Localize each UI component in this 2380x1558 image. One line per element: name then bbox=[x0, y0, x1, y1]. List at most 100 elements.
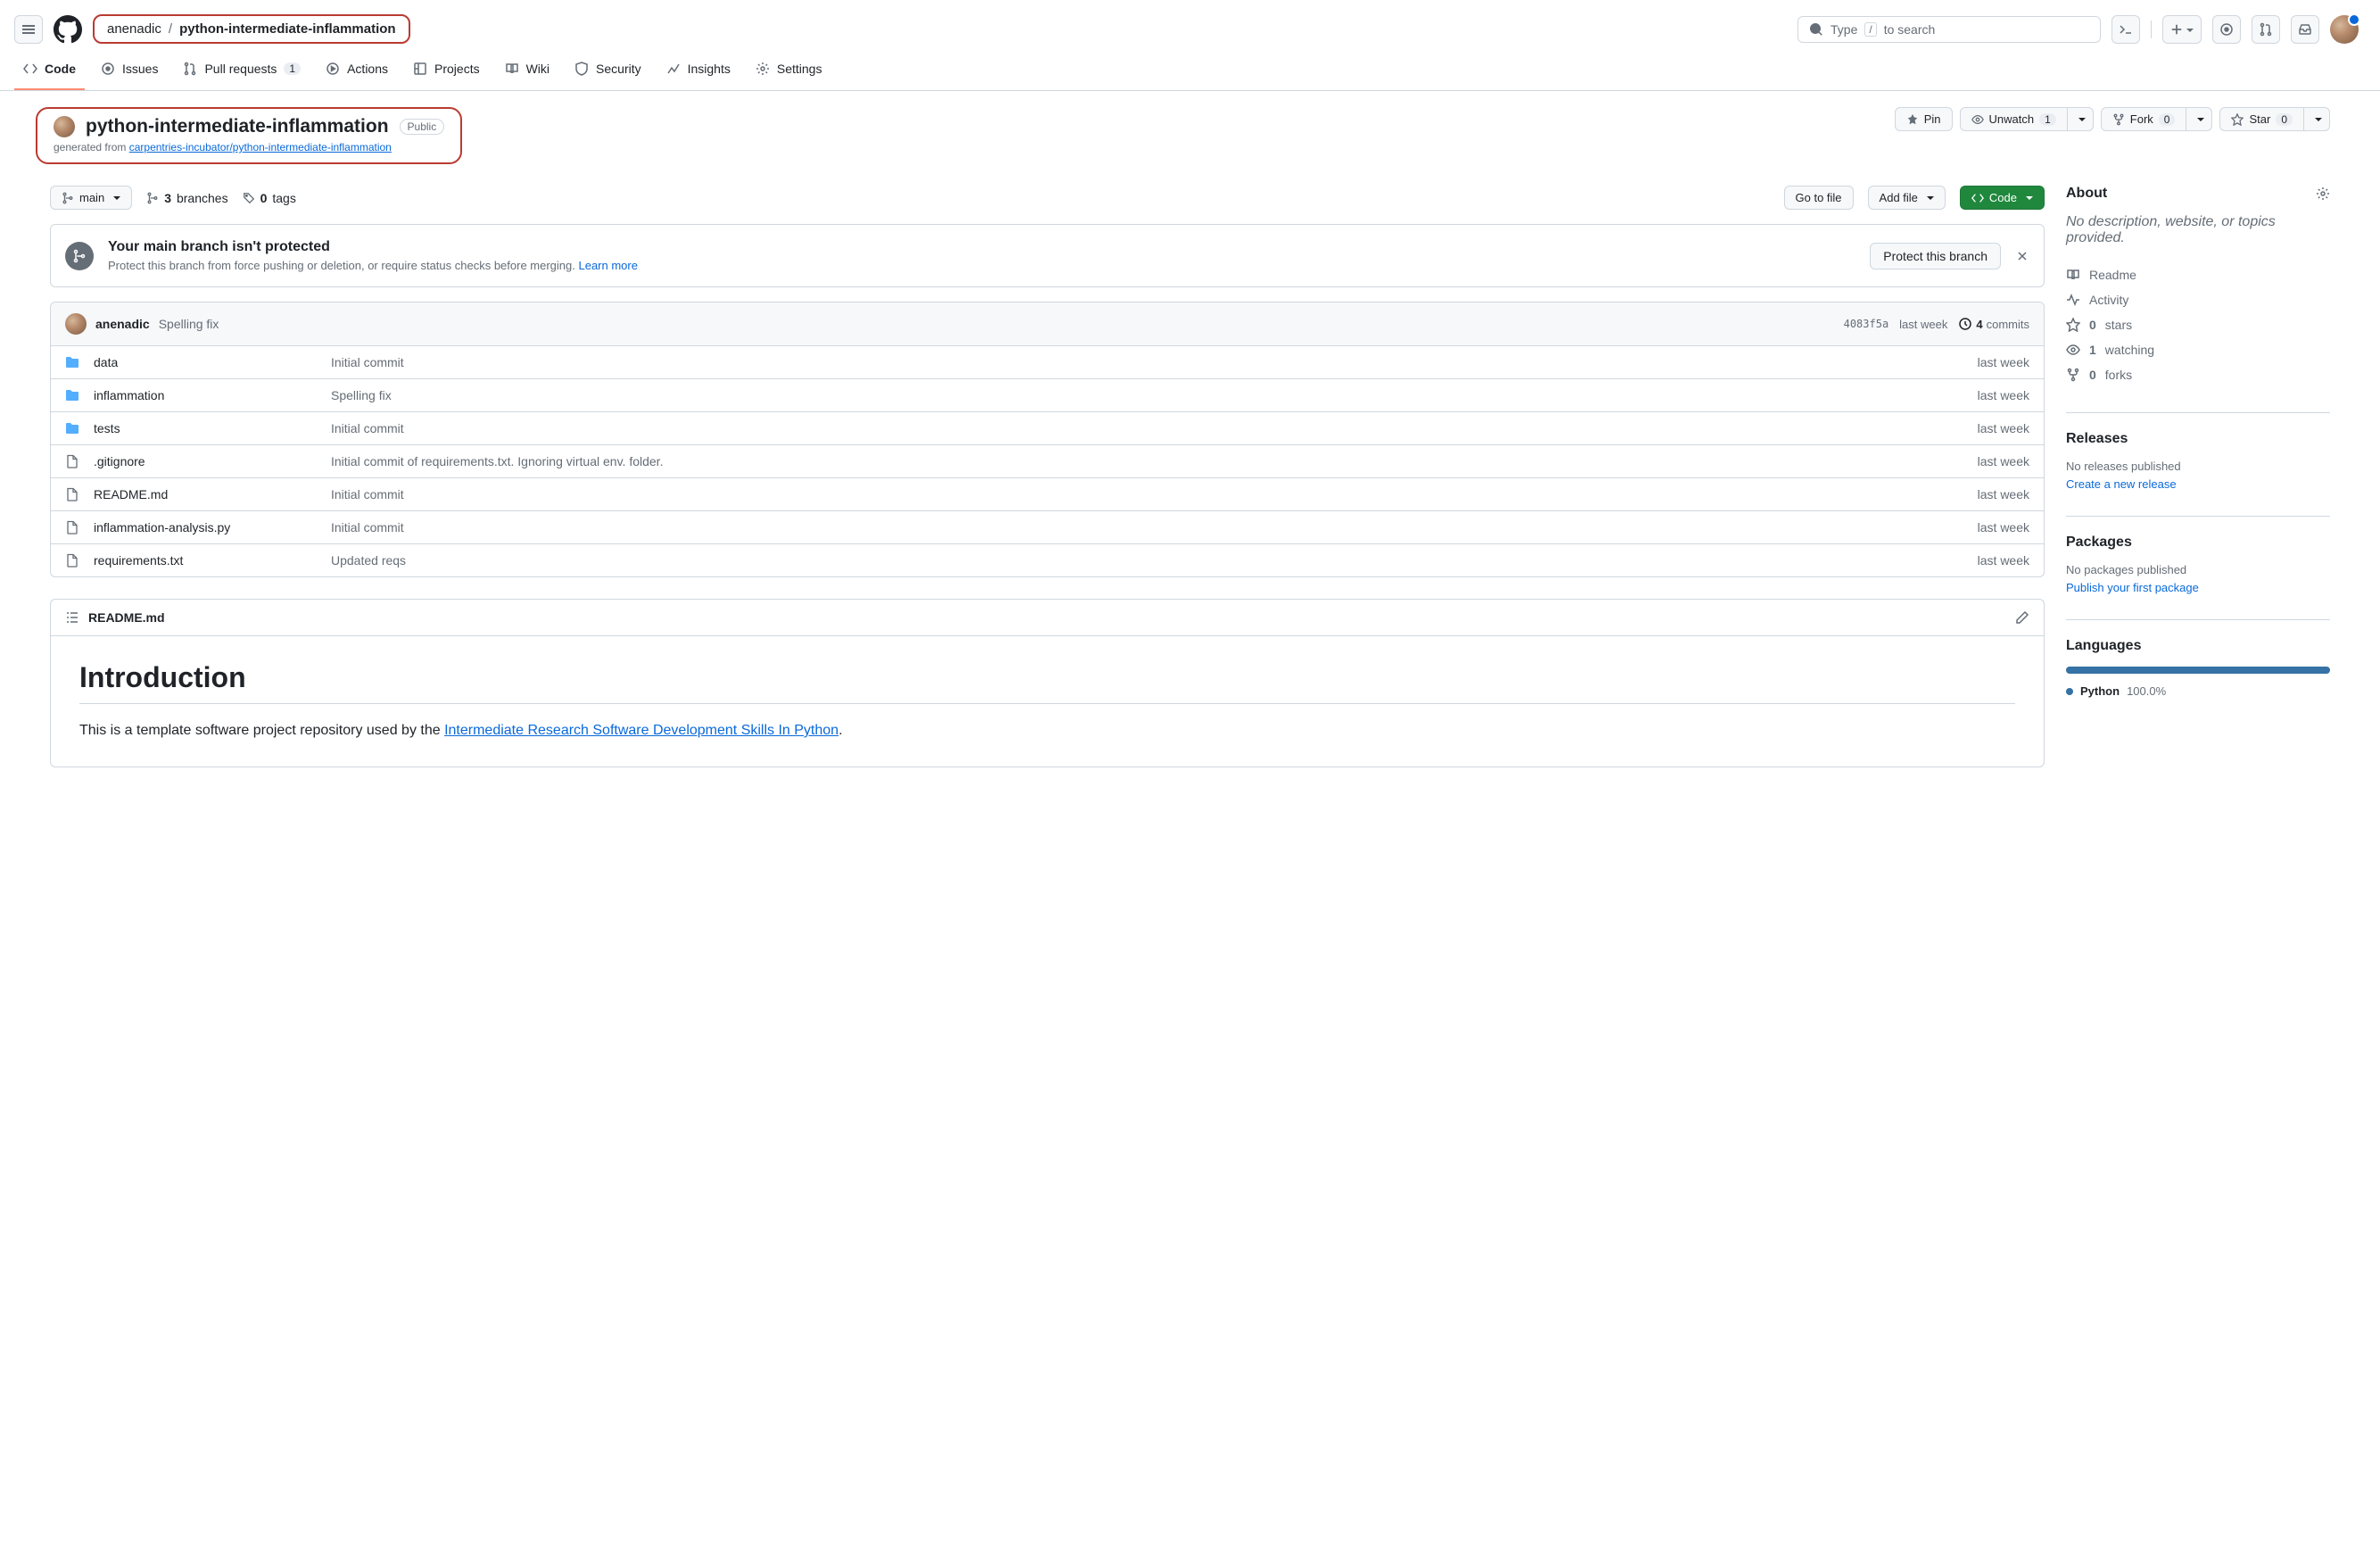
file-commit-time: last week bbox=[1978, 454, 2029, 468]
folder-icon bbox=[65, 388, 79, 402]
branches-link[interactable]: 3 branches bbox=[146, 191, 227, 205]
pull-request-icon bbox=[183, 62, 197, 76]
readme-filename[interactable]: README.md bbox=[88, 610, 165, 625]
play-icon bbox=[326, 62, 340, 76]
file-name-link[interactable]: tests bbox=[94, 421, 120, 435]
branch-select[interactable]: main bbox=[50, 186, 132, 210]
code-icon bbox=[1971, 192, 1984, 204]
visibility-badge: Public bbox=[400, 119, 445, 135]
gear-icon bbox=[756, 62, 770, 76]
watching-sidebar-link[interactable]: 1 watching bbox=[2066, 337, 2330, 362]
file-commit-time: last week bbox=[1978, 355, 2029, 369]
template-link[interactable]: carpentries-incubator/python-intermediat… bbox=[129, 141, 392, 153]
file-row: tests Initial commit last week bbox=[51, 412, 2044, 445]
star-dropdown[interactable] bbox=[2304, 107, 2330, 131]
commits-link[interactable]: 4 commits bbox=[1958, 317, 2029, 331]
issues-button[interactable] bbox=[2212, 15, 2241, 44]
create-release-link[interactable]: Create a new release bbox=[2066, 477, 2177, 491]
commit-sha[interactable]: 4083f5a bbox=[1844, 318, 1889, 330]
goto-file-button[interactable]: Go to file bbox=[1784, 186, 1854, 210]
commit-author-avatar[interactable] bbox=[65, 313, 87, 335]
star-icon bbox=[2066, 318, 2080, 332]
file-commit-msg[interactable]: Updated reqs bbox=[331, 553, 1963, 568]
code-button[interactable]: Code bbox=[1960, 186, 2045, 210]
inbox-button[interactable] bbox=[2291, 15, 2319, 44]
command-palette-button[interactable] bbox=[2111, 15, 2140, 44]
file-name-link[interactable]: requirements.txt bbox=[94, 553, 183, 568]
owner-avatar[interactable] bbox=[54, 116, 75, 137]
file-name-link[interactable]: inflammation-analysis.py bbox=[94, 520, 230, 535]
language-item[interactable]: Python 100.0% bbox=[2066, 684, 2330, 698]
issue-icon bbox=[101, 62, 115, 76]
close-icon bbox=[2015, 249, 2029, 263]
tab-insights[interactable]: Insights bbox=[657, 54, 740, 90]
file-commit-msg[interactable]: Initial commit of requirements.txt. Igno… bbox=[331, 454, 1963, 468]
tab-projects[interactable]: Projects bbox=[404, 54, 489, 90]
unwatch-dropdown[interactable] bbox=[2068, 107, 2094, 131]
language-bar bbox=[2066, 667, 2330, 674]
repo-name[interactable]: python-intermediate-inflammation bbox=[86, 116, 389, 137]
add-dropdown-button[interactable] bbox=[2162, 15, 2202, 44]
file-commit-msg[interactable]: Initial commit bbox=[331, 520, 1963, 535]
file-commit-msg[interactable]: Initial commit bbox=[331, 421, 1963, 435]
issue-icon bbox=[2219, 22, 2234, 37]
pulls-button[interactable] bbox=[2252, 15, 2280, 44]
inbox-icon bbox=[2298, 22, 2312, 37]
repo-title-block: python-intermediate-inflammation Public … bbox=[36, 107, 462, 164]
protect-branch-button[interactable]: Protect this branch bbox=[1870, 243, 2001, 269]
tab-issues[interactable]: Issues bbox=[92, 54, 167, 90]
tags-link[interactable]: 0 tags bbox=[243, 191, 296, 205]
github-logo[interactable] bbox=[54, 15, 82, 44]
tab-code[interactable]: Code bbox=[14, 54, 85, 90]
user-avatar[interactable] bbox=[2330, 15, 2359, 44]
project-icon bbox=[413, 62, 427, 76]
pulse-icon bbox=[2066, 293, 2080, 307]
search-input[interactable]: Type / to search bbox=[1797, 16, 2101, 43]
tab-security[interactable]: Security bbox=[566, 54, 650, 90]
about-settings-button[interactable] bbox=[2316, 186, 2330, 201]
stars-sidebar-link[interactable]: 0 stars bbox=[2066, 312, 2330, 337]
add-file-button[interactable]: Add file bbox=[1868, 186, 1946, 210]
fork-dropdown[interactable] bbox=[2186, 107, 2212, 131]
tab-actions[interactable]: Actions bbox=[317, 54, 397, 90]
file-name-link[interactable]: inflammation bbox=[94, 388, 164, 402]
file-row: README.md Initial commit last week bbox=[51, 478, 2044, 511]
pin-icon bbox=[1906, 113, 1919, 126]
file-list: anenadic Spelling fix 4083f5a last week … bbox=[50, 302, 2045, 577]
breadcrumb-repo[interactable]: python-intermediate-inflammation bbox=[179, 21, 396, 37]
tab-settings[interactable]: Settings bbox=[747, 54, 831, 90]
file-name-link[interactable]: .gitignore bbox=[94, 454, 145, 468]
forks-sidebar-link[interactable]: 0 forks bbox=[2066, 362, 2330, 387]
file-row: .gitignore Initial commit of requirement… bbox=[51, 445, 2044, 478]
file-commit-time: last week bbox=[1978, 421, 2029, 435]
publish-package-link[interactable]: Publish your first package bbox=[2066, 581, 2199, 594]
tab-pulls[interactable]: Pull requests 1 bbox=[174, 54, 310, 90]
file-commit-time: last week bbox=[1978, 388, 2029, 402]
file-icon bbox=[65, 454, 79, 468]
pin-button[interactable]: Pin bbox=[1895, 107, 1953, 131]
breadcrumb-sep: / bbox=[169, 21, 172, 37]
file-commit-time: last week bbox=[1978, 520, 2029, 535]
readme-link[interactable]: Intermediate Research Software Developme… bbox=[444, 723, 839, 738]
star-button[interactable]: Star 0 bbox=[2219, 107, 2304, 131]
edit-readme-button[interactable] bbox=[2015, 610, 2029, 625]
file-name-link[interactable]: data bbox=[94, 355, 118, 369]
hamburger-button[interactable] bbox=[14, 15, 43, 44]
fork-button[interactable]: Fork 0 bbox=[2101, 107, 2187, 131]
activity-sidebar-link[interactable]: Activity bbox=[2066, 287, 2330, 312]
unwatch-button[interactable]: Unwatch 1 bbox=[1960, 107, 2068, 131]
breadcrumb-owner[interactable]: anenadic bbox=[107, 21, 161, 37]
eye-icon bbox=[1971, 113, 1984, 126]
file-commit-msg[interactable]: Initial commit bbox=[331, 487, 1963, 501]
file-commit-msg[interactable]: Spelling fix bbox=[331, 388, 1963, 402]
file-commit-msg[interactable]: Initial commit bbox=[331, 355, 1963, 369]
file-name-link[interactable]: README.md bbox=[94, 487, 168, 501]
graph-icon bbox=[666, 62, 681, 76]
language-dot bbox=[2066, 688, 2073, 695]
dismiss-banner-button[interactable] bbox=[2015, 249, 2029, 263]
history-icon bbox=[1958, 317, 1972, 331]
latest-commit-bar[interactable]: anenadic Spelling fix 4083f5a last week … bbox=[51, 302, 2044, 346]
tab-wiki[interactable]: Wiki bbox=[496, 54, 558, 90]
readme-sidebar-link[interactable]: Readme bbox=[2066, 262, 2330, 287]
protect-learn-more[interactable]: Learn more bbox=[578, 259, 637, 272]
